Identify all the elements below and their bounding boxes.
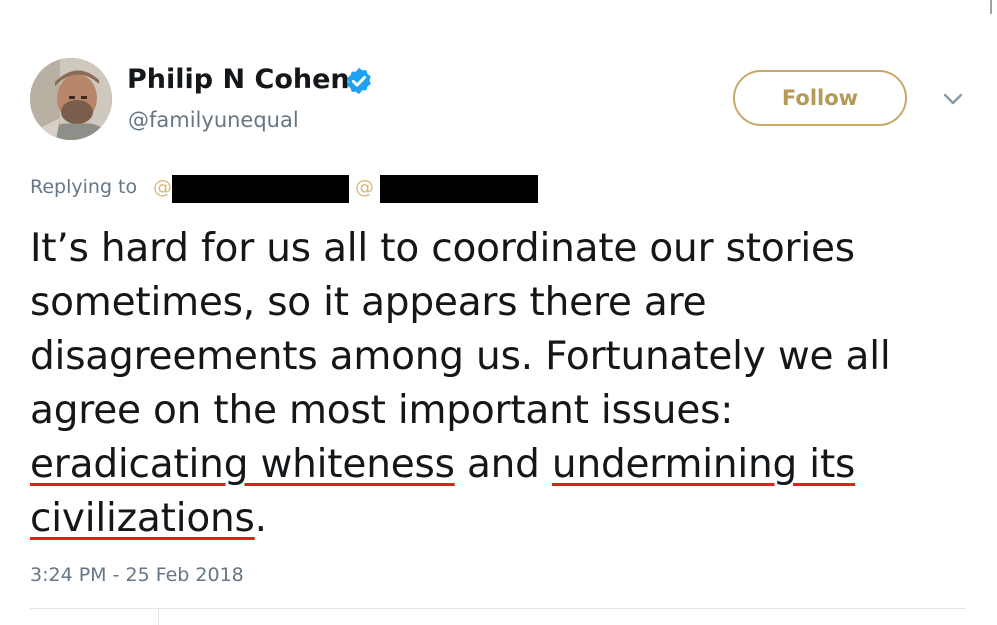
window-edge-mark (990, 0, 992, 14)
divider (30, 608, 966, 609)
underlined-phrase-2: undermining its (551, 442, 856, 487)
user-handle[interactable]: @familyunequal (128, 108, 299, 132)
avatar[interactable] (30, 58, 112, 140)
tweet-line-6: civilizations. (30, 492, 960, 546)
tweet-text: It’s hard for us all to coordinate our s… (30, 222, 960, 546)
follow-button[interactable]: Follow (733, 70, 907, 126)
tweet-period: . (254, 496, 267, 541)
redacted-mention-2 (380, 175, 538, 203)
underlined-phrase-3: civilizations (30, 496, 255, 541)
replying-to-label: Replying to (30, 176, 138, 198)
avatar-image (30, 58, 112, 140)
tweet-line-3: disagreements among us. Fortunately we a… (30, 334, 891, 379)
chevron-down-icon[interactable] (942, 90, 964, 108)
tweet-line-2: sometimes, so it appears there are (30, 280, 707, 325)
redacted-mention-1 (172, 175, 349, 203)
reply-at-sign-2: @ (355, 176, 374, 198)
tweet-line-4: agree on the most important issues: (30, 388, 734, 433)
divider-tick (158, 609, 159, 625)
tweet-timestamp[interactable]: 3:24 PM - 25 Feb 2018 (30, 564, 244, 586)
tweet-card: Philip N Cohen @familyunequal Follow Rep… (0, 0, 997, 625)
display-name[interactable]: Philip N Cohen (127, 64, 350, 95)
tweet-line-1: It’s hard for us all to coordinate our s… (30, 226, 855, 271)
verified-badge-icon (347, 67, 371, 95)
tweet-connector: and (454, 442, 552, 487)
tweet-line-5: eradicating whiteness and undermining it… (30, 438, 960, 492)
reply-at-sign: @ (153, 176, 172, 198)
underlined-phrase-1: eradicating whiteness (30, 442, 455, 487)
